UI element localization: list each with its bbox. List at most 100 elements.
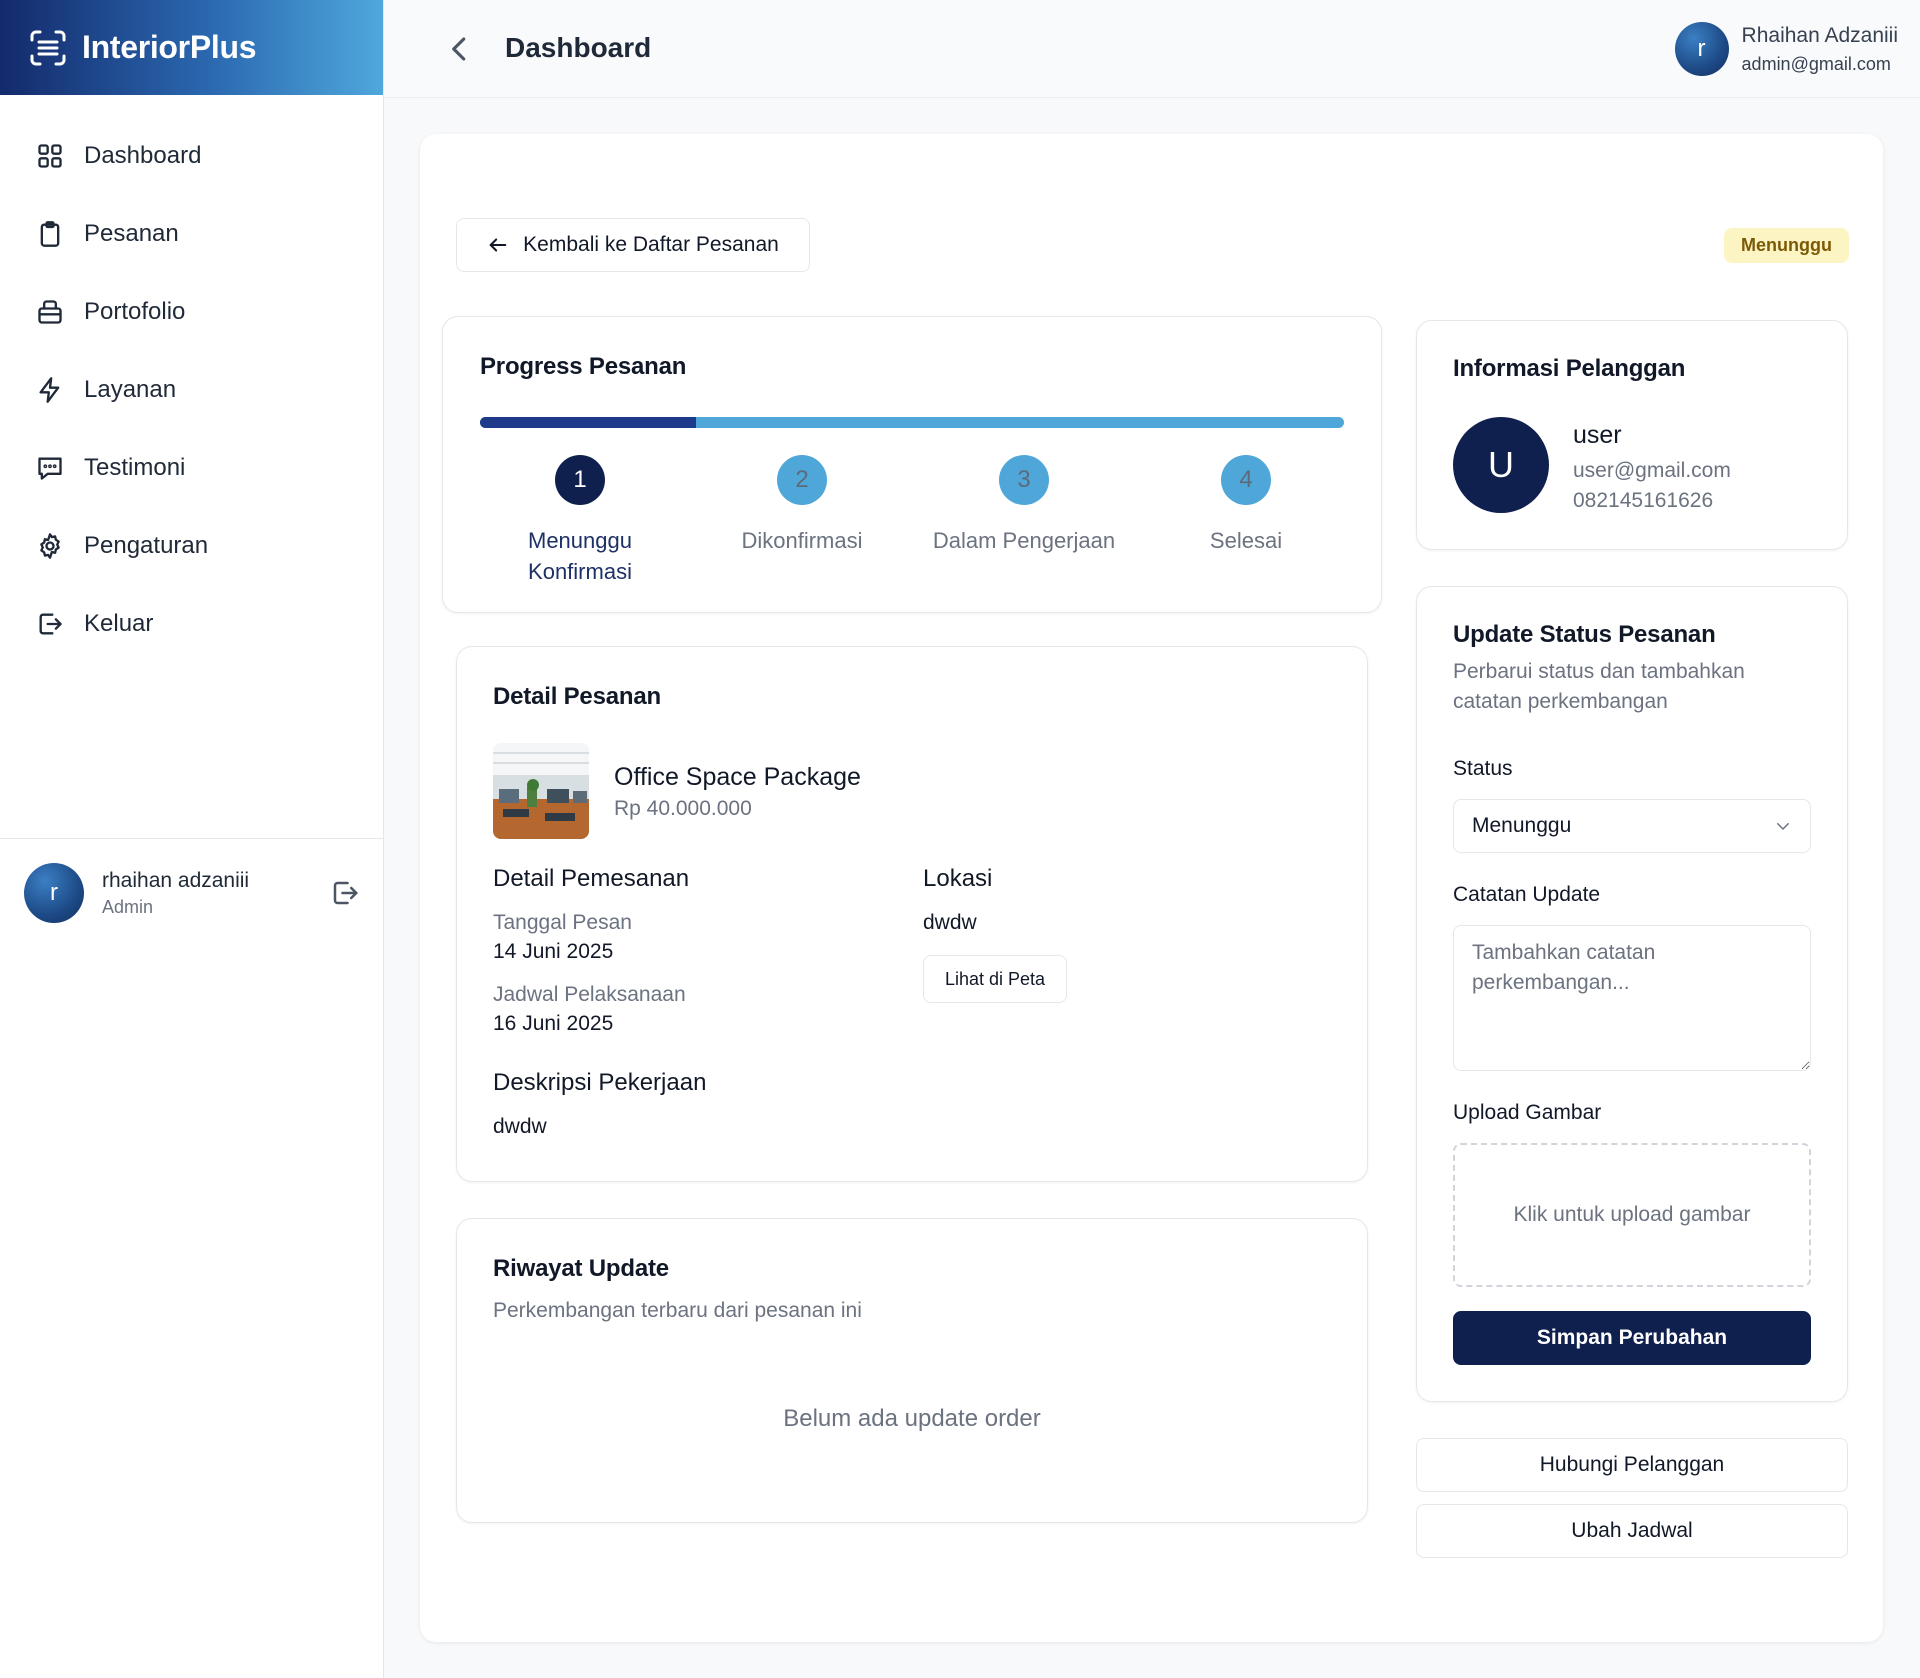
status-select[interactable]: Menunggu [1453,799,1811,853]
step-number: 4 [1221,455,1271,505]
customer-info-card: Informasi Pelanggan U user user@gmail.co… [1416,320,1848,550]
customer-avatar: U [1453,417,1549,513]
page-title: Dashboard [505,32,652,63]
schedule-label: Jadwal Pelaksanaan [493,983,686,1006]
lightning-icon [39,377,60,403]
sidebar-item-label: Pesanan [84,220,179,247]
progress-step-2: 2 Dikonfirmasi [702,455,902,556]
gear-icon [40,533,60,559]
brand-name: InteriorPlus [82,29,257,65]
update-title: Update Status Pesanan [1453,621,1716,648]
schedule-value: 16 Juni 2025 [493,1012,614,1035]
order-date-label: Tanggal Pesan [493,911,632,934]
order-date-value: 14 Juni 2025 [493,940,614,963]
history-empty-state: Belum ada update order [783,1405,1041,1432]
header-user-name: Rhaihan Adzaniii [1741,23,1898,47]
progress-step-1: 1 Menunggu Konfirmasi [480,455,680,587]
top-bar: Dashboard r Rhaihan Adzaniii admin@gmail… [385,0,1920,98]
update-history-card: Riwayat Update Perkembangan terbaru dari… [456,1218,1368,1523]
step-number: 3 [999,455,1049,505]
contact-customer-button[interactable]: Hubungi Pelanggan [1416,1438,1848,1492]
sidebar-user: r rhaihan adzaniii Admin [24,862,360,924]
step-label: Dikonfirmasi [741,528,863,553]
progress-step-4: 4 Selesai [1146,455,1346,556]
step-label: Selesai [1209,528,1283,553]
step-number: 1 [555,455,605,505]
logout-icon [39,613,62,635]
sidebar-item-label: Testimoni [84,454,186,481]
step-number: 2 [777,455,827,505]
step-label: Menunggu Konfirmasi [528,528,632,584]
logo-icon [30,30,66,65]
package-price: Rp 40.000.000 [614,797,752,820]
sidebar-user-name: rhaihan adzaniii [102,868,250,892]
package-name: Office Space Package [614,763,861,791]
grid-icon [38,144,62,168]
progress-bar [480,417,1344,428]
sidebar-item-keluar[interactable]: Keluar [0,585,383,663]
update-status-card: Update Status Pesanan Perbarui status da… [1416,586,1848,1402]
avatar[interactable]: r [24,863,84,923]
save-changes-button[interactable]: Simpan Perubahan [1453,1311,1811,1365]
sidebar-item-dashboard[interactable]: Dashboard [0,117,383,195]
message-icon [38,457,62,480]
sidebar-item-pengaturan[interactable]: Pengaturan [0,507,383,585]
sidebar: InteriorPlus Dashboard Pesanan Portofoli… [0,0,384,1678]
progress-title: Progress Pesanan [480,353,687,380]
clipboard-icon [40,221,60,247]
chevron-down-icon [1777,823,1789,830]
description-value: dwdw [493,1115,547,1138]
back-to-orders-button[interactable]: Kembali ke Daftar Pesanan [456,218,810,272]
header-user[interactable]: r Rhaihan Adzaniii admin@gmail.com [1674,22,1898,76]
header-user-email: admin@gmail.com [1741,53,1891,74]
sidebar-user-role: Admin [102,896,154,917]
back-to-orders-label: Kembali ke Daftar Pesanan [523,233,779,256]
sidebar-item-pesanan[interactable]: Pesanan [0,195,383,273]
sidebar-item-label: Portofolio [84,298,186,325]
history-subtitle: Perkembangan terbaru dari pesanan ini [493,1299,862,1322]
customer-phone: 082145161626 [1573,489,1714,512]
description-heading: Deskripsi Pekerjaan [493,1069,707,1096]
sidebar-item-layanan[interactable]: Layanan [0,351,383,429]
detail-title: Detail Pesanan [493,683,661,710]
customer-name: user [1573,421,1622,449]
avatar[interactable]: r [1674,22,1729,76]
chevron-left-icon[interactable] [445,34,475,64]
sidebar-nav: Dashboard Pesanan Portofolio Layanan Tes… [0,95,383,663]
progress-step-3: 3 Dalam Pengerjaan [924,455,1124,556]
status-badge: Menunggu [1724,228,1849,263]
sidebar-item-label: Pengaturan [84,532,209,559]
notes-textarea[interactable] [1453,925,1811,1071]
reschedule-button[interactable]: Ubah Jadwal [1416,1504,1848,1558]
view-map-button[interactable]: Lihat di Peta [923,955,1067,1003]
customer-title: Informasi Pelanggan [1453,355,1686,382]
sidebar-item-label: Dashboard [84,142,202,169]
history-title: Riwayat Update [493,1255,669,1282]
location-heading: Lokasi [923,865,993,892]
image-upload-dropzone[interactable]: Klik untuk upload gambar [1453,1143,1811,1287]
status-label: Status [1453,757,1513,780]
sidebar-item-testimoni[interactable]: Testimoni [0,429,383,507]
upload-hint: Klik untuk upload gambar [1513,1203,1751,1226]
brand-bar[interactable]: InteriorPlus [0,0,383,95]
order-detail-panel: Kembali ke Daftar Pesanan Menunggu Progr… [420,134,1883,1642]
booking-detail-heading: Detail Pemesanan [493,865,690,892]
upload-label: Upload Gambar [1453,1101,1602,1124]
customer-email: user@gmail.com [1573,459,1731,482]
update-subtitle: Perbarui status dan tambahkan catatan pe… [1453,660,1745,713]
status-select-value: Menunggu [1472,814,1572,837]
progress-bar-fill [480,417,696,428]
logout-icon[interactable] [330,878,360,908]
location-value: dwdw [923,911,977,934]
step-label: Dalam Pengerjaan [932,528,1116,553]
briefcase-icon [38,300,62,324]
notes-label: Catatan Update [1453,883,1601,906]
package-thumbnail [493,743,589,839]
progress-card: Progress Pesanan 1 Menunggu Konfirmasi 2… [442,316,1382,613]
sidebar-divider [0,838,384,839]
sidebar-item-portofolio[interactable]: Portofolio [0,273,383,351]
sidebar-item-label: Layanan [84,376,177,403]
arrow-left-icon [489,238,507,252]
sidebar-item-label: Keluar [84,610,154,637]
order-detail-card: Detail Pesanan Office Space Package Rp 4… [456,646,1368,1182]
